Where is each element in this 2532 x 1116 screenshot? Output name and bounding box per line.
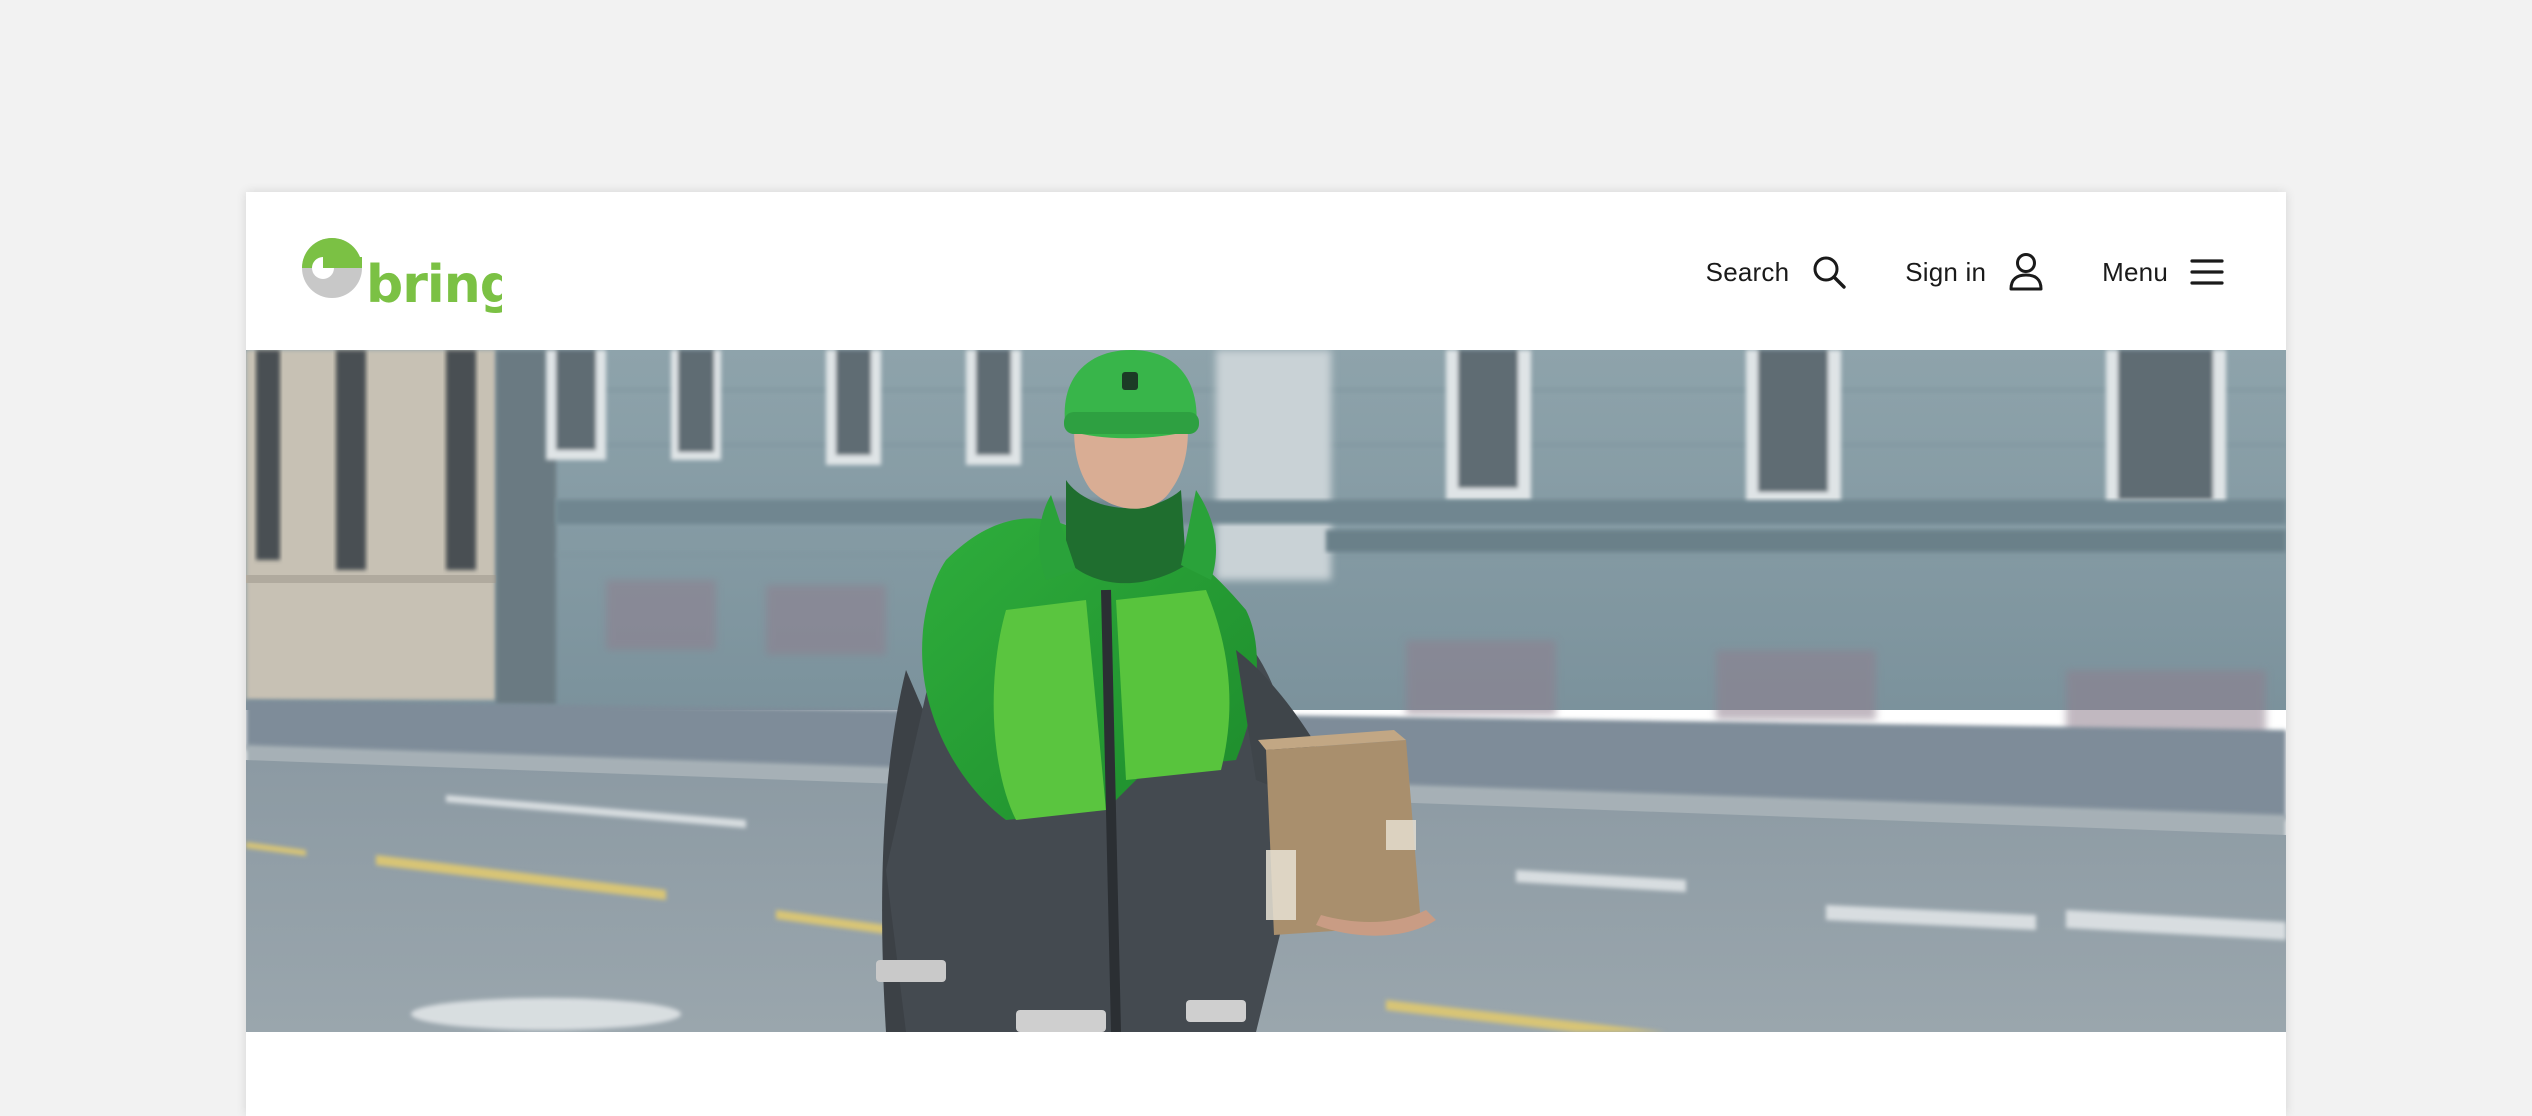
signin-button[interactable]: Sign in bbox=[1905, 252, 2044, 292]
header-nav: Search Sign in Menu bbox=[1706, 242, 2224, 302]
signin-label: Sign in bbox=[1905, 256, 1987, 287]
content-area bbox=[246, 1032, 2286, 1116]
bring-logo[interactable]: bring bbox=[302, 236, 502, 316]
search-icon bbox=[1811, 254, 1847, 290]
search-button[interactable]: Search bbox=[1706, 254, 1848, 290]
hero-illustration bbox=[246, 350, 2286, 1032]
user-icon bbox=[2008, 252, 2044, 292]
svg-text:bring: bring bbox=[366, 255, 502, 315]
hero-image bbox=[246, 350, 2286, 1032]
page-card: bring Search Sign in Menu bbox=[246, 192, 2286, 1116]
site-header: bring Search Sign in Menu bbox=[246, 192, 2286, 350]
hamburger-menu-icon bbox=[2190, 257, 2224, 287]
bring-logo-mark: bring bbox=[302, 238, 502, 315]
menu-label: Menu bbox=[2102, 256, 2168, 287]
menu-button[interactable]: Menu bbox=[2102, 257, 2224, 288]
search-label: Search bbox=[1705, 256, 1790, 287]
